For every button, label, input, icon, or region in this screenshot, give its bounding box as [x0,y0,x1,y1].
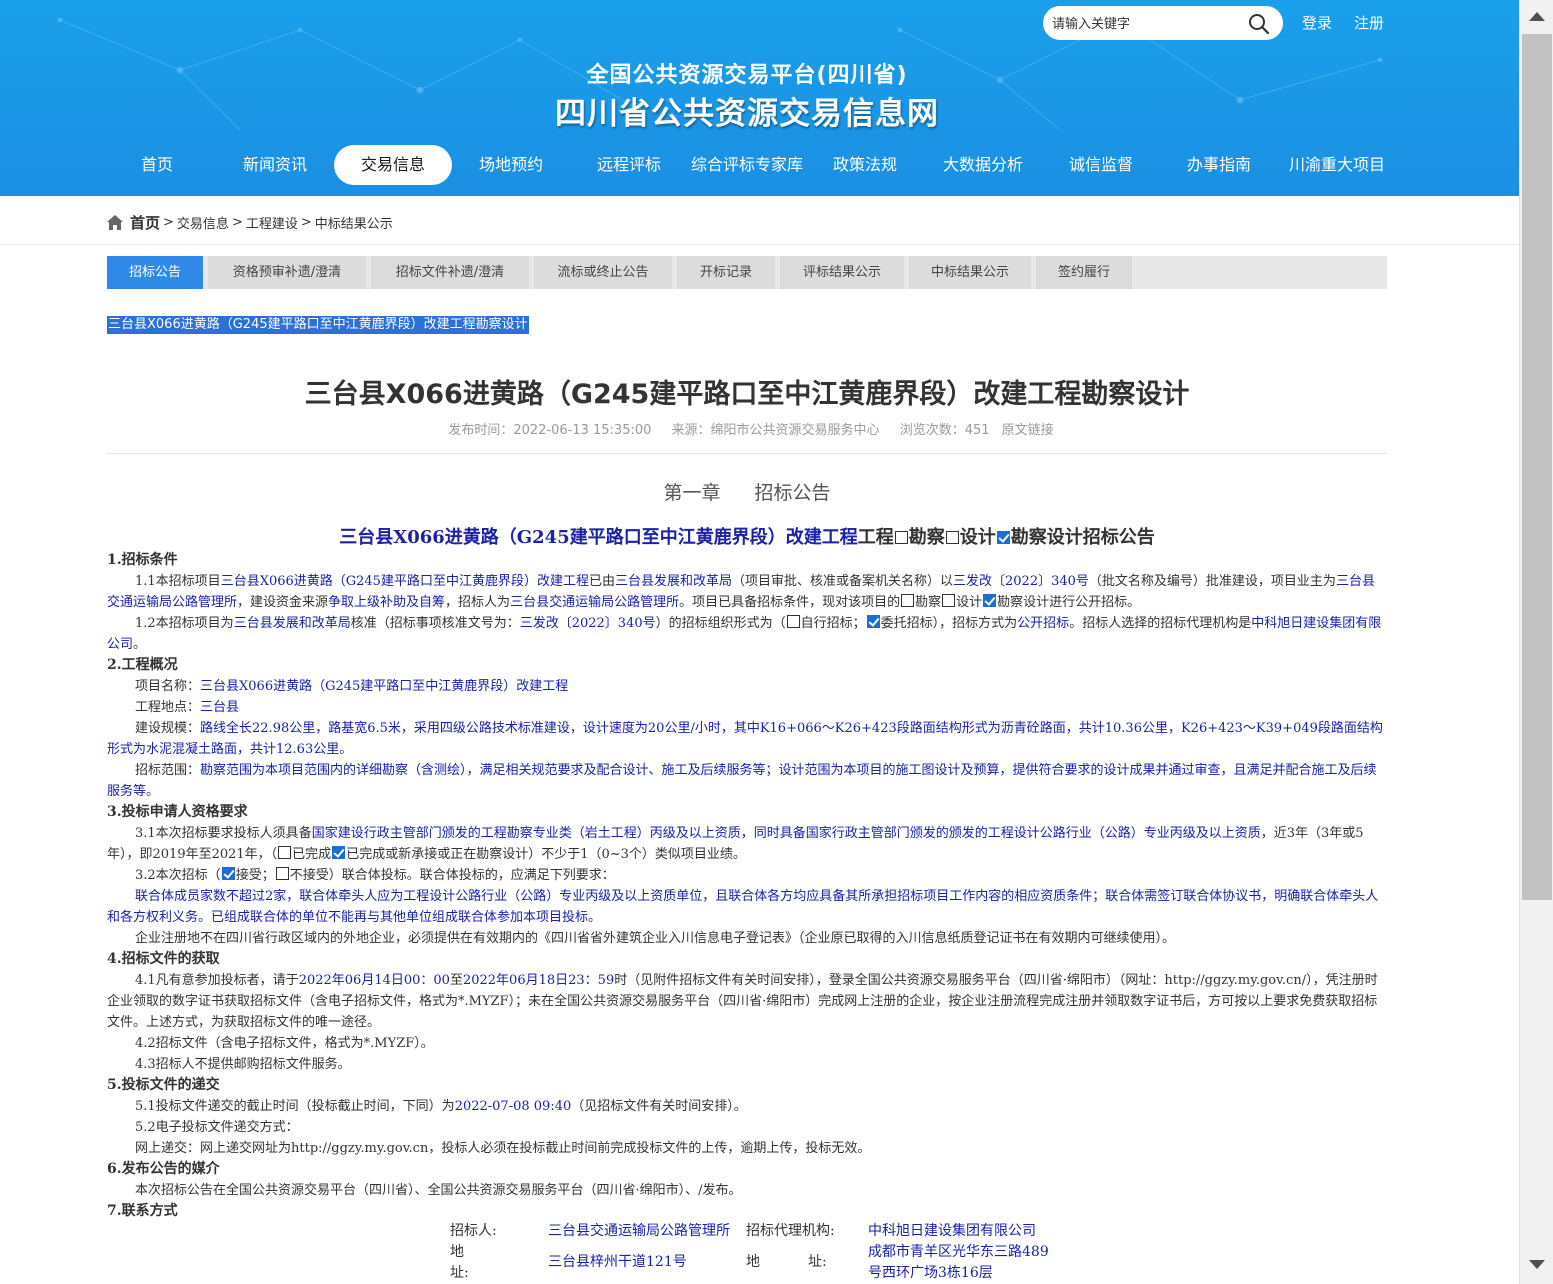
paragraph: 招标范围：勘察范围为本项目范围内的详细勘察（含测绘），满足相关规范要求及配合设计… [107,763,1377,799]
section-heading: 1.招标条件 [107,552,178,568]
notice-title-text: 勘察 [908,527,945,548]
paragraph: 企业注册地不在四川省行政区域内的外地企业，必须提供在有效期内的《四川省省外建筑企… [135,931,1176,946]
site-title: 四川省公共资源交易信息网 [555,96,939,132]
chapter-heading: 第一章 招标公告 [0,478,1494,505]
selected-project-title[interactable]: 三台县X066进黄路（G245建平路口至中江黄鹿界段）改建工程勘察设计 [107,316,529,334]
paragraph: 5.1投标文件递交的截止时间（投标截止时间，下同）为2022-07-08 09:… [135,1099,747,1114]
tab-failed-or-terminated[interactable]: 流标或终止公告 [534,256,672,289]
meta-divider [106,453,1387,454]
site-header: 登录 注册 全国公共资源交易平台(四川省) 四川省公共资源交易信息网 首页 新闻… [0,0,1519,196]
notice-title-text: 工程 [857,527,894,548]
tab-prequal-addendum[interactable]: 资格预审补遗/澄清 [208,256,366,289]
nav-credit[interactable]: 诚信监督 [1042,145,1160,185]
breadcrumb-home[interactable]: 首页 [130,212,160,233]
search-icon[interactable] [1248,13,1270,35]
article-meta: 发布时间：2022-06-13 15:35:00 来源：绵阳市公共资源交易服务中… [0,419,1494,438]
register-link[interactable]: 注册 [1354,12,1384,33]
agent-address-label: 地 [746,1254,760,1270]
paragraph: 网上递交：网上递交网址为http://ggzy.my.gov.cn，投标人必须在… [135,1141,871,1156]
tab-tender-doc-addendum[interactable]: 招标文件补遗/澄清 [371,256,529,289]
site-subtitle: 全国公共资源交易平台(四川省) [586,63,908,88]
notice-title: 三台县X066进黄路（G245建平路口至中江黄鹿界段）改建工程工程 勘察 设计 勘察设… [0,523,1494,549]
notice-title-project: 三台县X066进黄路（G245建平路口至中江黄鹿界段）改建工程 [339,527,858,548]
tenderer-address: 三台县梓州干道121号 [548,1254,687,1270]
paragraph: 工程地点：三台县 [135,700,240,715]
breadcrumb-separator: > [300,214,312,230]
breadcrumb-trade-info[interactable]: 交易信息 [177,213,229,232]
paragraph: 4.1凡有意参加投标者，请于2022年06月14日00：00至2022年06月1… [107,973,1378,1030]
tenderer-name: 三台县交通运输局公路管理所 [548,1223,730,1239]
breadcrumb-separator: > [163,214,174,230]
agent-label: 招标代理机构: [746,1223,835,1239]
search-input[interactable] [1052,13,1242,35]
tab-contract[interactable]: 签约履行 [1036,256,1132,289]
paragraph: 建设规模：路线全长22.98公里，路基宽6.5米，采用四级公路技术标准建设，设计… [107,721,1383,757]
nav-major-projects[interactable]: 川渝重大项目 [1278,145,1396,185]
nav-big-data[interactable]: 大数据分析 [924,145,1042,185]
search-box[interactable] [1043,6,1283,40]
nav-news[interactable]: 新闻资讯 [216,145,334,185]
main-nav: 首页 新闻资讯 交易信息 场地预约 远程评标 综合评标专家库 政策法规 大数据分… [98,145,1398,187]
address-label: 址: [450,1265,469,1281]
tab-bid-opening[interactable]: 开标记录 [677,256,775,289]
nav-policy[interactable]: 政策法规 [806,145,924,185]
view-count: 浏览次数：451 [899,423,990,438]
address-label: 地 [450,1244,464,1260]
notice-tabs: 招标公告 资格预审补遗/澄清 招标文件补遗/澄清 流标或终止公告 开标记录 评标… [107,256,1387,289]
paragraph: 1.2本招标项目为三台县发展和改革局核准（招标事项核准文号为：三发改〔2022〕… [107,615,1382,652]
article-title: 三台县X066进黄路（G245建平路口至中江黄鹿界段）改建工程勘察设计 [304,379,1190,410]
agent-address-line1: 成都市青羊区光华东三路489 [868,1244,1049,1260]
chapter-number: 第一章 [663,482,721,504]
paragraph: 5.2电子投标文件递交方式： [135,1120,299,1135]
scroll-down-arrow-icon[interactable] [1529,1260,1545,1269]
section-heading: 2.工程概况 [107,657,178,673]
breadcrumb-separator: > [231,214,243,230]
notice-title-text: 勘察设计招标公告 [1010,527,1155,548]
scroll-up-arrow-icon[interactable] [1529,12,1545,21]
tab-award-result[interactable]: 中标结果公示 [909,256,1031,289]
original-link[interactable]: 原文链接 [1002,423,1054,438]
breadcrumb-current[interactable]: 中标结果公示 [315,213,393,232]
source: 来源：绵阳市公共资源交易服务中心 [671,423,880,438]
scrollbar-thumb[interactable] [1522,34,1552,900]
paragraph: 4.2招标文件（含电子招标文件，格式为*.MYZF）。 [135,1036,434,1051]
section-heading: 7.联系方式 [107,1203,178,1219]
nav-home[interactable]: 首页 [98,145,216,185]
tab-evaluation-result[interactable]: 评标结果公示 [780,256,904,289]
agent-name: 中科旭日建设集团有限公司 [868,1223,1036,1239]
publish-time: 发布时间：2022-06-13 15:35:00 [448,423,652,438]
vertical-scrollbar[interactable] [1519,0,1553,1284]
notice-title-text: 设计 [959,527,996,548]
checkbox-checked-icon [996,531,1010,544]
section-heading: 6.发布公告的媒介 [107,1161,220,1177]
home-icon [107,214,123,230]
paragraph: 项目名称：三台县X066进黄路（G245建平路口至中江黄鹿界段）改建工程 [135,679,569,694]
paragraph: 联合体成员家数不超过2家，联合体牵头人应为工程设计公路行业（公路）专业丙级及以上… [107,889,1379,925]
login-link[interactable]: 登录 [1302,12,1332,33]
tenderer-label: 招标人: [450,1223,497,1239]
nav-venue-booking[interactable]: 场地预约 [452,145,570,185]
breadcrumb-engineering[interactable]: 工程建设 [246,213,298,232]
article-body: 1.招标条件 1.1本招标项目三台县X066进黄路（G245建平路口至中江黄鹿界… [107,550,1387,1222]
breadcrumb: 首页 > 交易信息 > 工程建设 > 中标结果公示 [106,208,393,236]
section-heading: 4.招标文件的获取 [107,951,220,967]
paragraph: 3.2本次招标（ 接受； 不接受）联合体投标。联合体投标的，应满足下列要求： [135,867,615,883]
section-heading: 3.投标申请人资格要求 [107,804,248,820]
nav-guide[interactable]: 办事指南 [1160,145,1278,185]
nav-remote-evaluation[interactable]: 远程评标 [570,145,688,185]
paragraph: 4.3招标人不提供邮购招标文件服务。 [135,1057,351,1072]
checkbox-icon [945,531,959,544]
tab-tender-notice[interactable]: 招标公告 [107,256,203,289]
paragraph: 本次招标公告在全国公共资源交易平台（四川省）、全国公共资源交易服务平台（四川省·… [135,1183,742,1198]
chapter-name: 招标公告 [754,482,831,504]
nav-trade-info[interactable]: 交易信息 [334,145,452,185]
checkbox-icon [894,531,908,544]
paragraph: 1.1本招标项目三台县X066进黄路（G245建平路口至中江黄鹿界段）改建工程已… [107,574,1375,610]
paragraph: 3.1本次招标要求投标人须具备国家建设行政主管部门颁发的工程勘察专业类（岩土工程… [107,826,1364,862]
header-divider [0,244,1519,245]
section-heading: 5.投标文件的递交 [107,1077,220,1093]
nav-expert-pool[interactable]: 综合评标专家库 [688,145,806,185]
agent-address-label: 址: [808,1254,827,1270]
agent-address-line2: 号西环广场3栋16层 [868,1265,993,1281]
